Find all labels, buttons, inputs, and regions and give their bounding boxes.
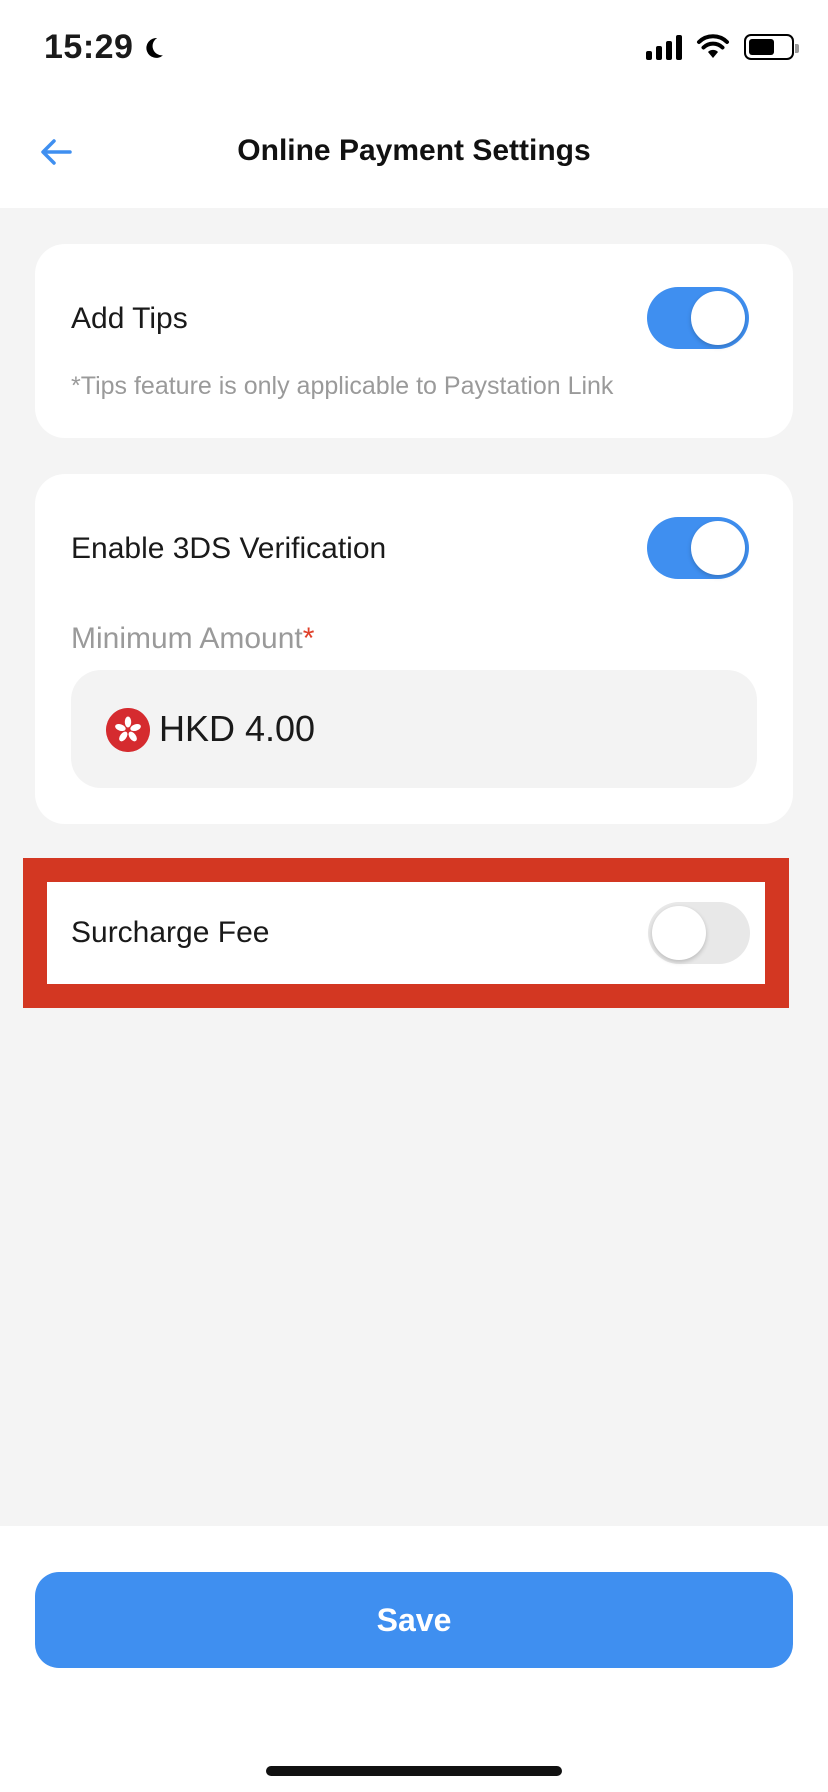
cellular-signal-icon [646, 34, 682, 60]
add-tips-toggle[interactable] [647, 287, 749, 349]
wifi-icon [697, 34, 729, 58]
toggle-knob [691, 291, 745, 345]
tips-hint: *Tips feature is only applicable to Pays… [71, 372, 614, 400]
3ds-verification-card: Enable 3DS Verification Minimum Amount* … [35, 474, 793, 824]
page-title: Online Payment Settings [237, 134, 591, 167]
surcharge-fee-row: Surcharge Fee [47, 882, 765, 984]
minimum-amount-label: Minimum Amount* [71, 622, 314, 656]
minimum-amount-label-text: Minimum Amount [71, 622, 303, 655]
surcharge-highlight-box: Surcharge Fee [23, 858, 789, 1008]
status-time-text: 15:29 [44, 28, 134, 66]
top-bar: 15:29 Online Payment Settings [0, 0, 828, 208]
surcharge-fee-toggle[interactable] [648, 902, 750, 964]
minimum-amount-value: HKD 4.00 [159, 708, 316, 749]
moon-icon [146, 37, 164, 58]
status-indicators [646, 34, 799, 60]
minimum-amount-input[interactable]: HKD 4.00 [71, 670, 757, 788]
add-tips-card: Add Tips *Tips feature is only applicabl… [35, 244, 793, 438]
3ds-verification-label: Enable 3DS Verification [71, 532, 387, 565]
required-asterisk: * [302, 622, 315, 655]
save-button[interactable]: Save [35, 1572, 793, 1668]
surcharge-fee-label: Surcharge Fee [71, 916, 270, 949]
hong-kong-flag-icon [106, 708, 150, 752]
toggle-knob [691, 521, 745, 575]
home-indicator [266, 1766, 562, 1776]
online-payment-settings-screen: 15:29 Online Payment Settings Add Tips *… [0, 0, 828, 1792]
bottom-bar: Save [0, 1526, 828, 1792]
status-time: 15:29 [44, 28, 167, 67]
toggle-knob [652, 906, 706, 960]
add-tips-label: Add Tips [71, 302, 188, 335]
3ds-verification-toggle[interactable] [647, 517, 749, 579]
battery-icon [744, 34, 799, 60]
